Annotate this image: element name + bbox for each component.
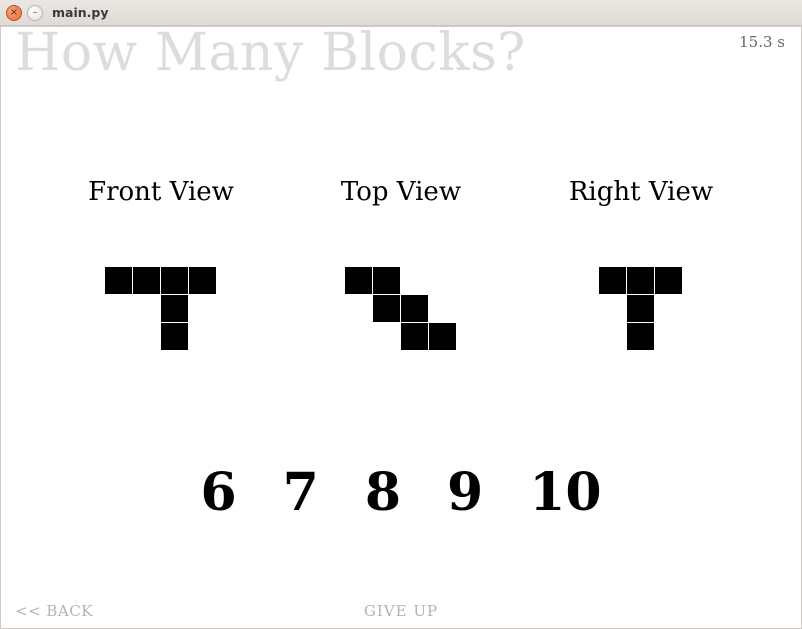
answer-option-8[interactable]: 8 [365,462,401,523]
close-icon[interactable]: × [6,5,22,21]
view-label: Front View [51,177,271,207]
block-cell [161,295,188,322]
block-cell [373,267,400,294]
view-front-view: Front View [51,177,271,351]
block-cell [429,323,456,350]
block-cell [627,267,654,294]
back-button[interactable]: << BACK [15,602,93,620]
answer-option-10[interactable]: 10 [529,462,601,523]
block-cell [599,267,626,294]
game-area: How Many Blocks? 15.3 s Front View Top Vi… [0,26,802,629]
answers-row: 6789 10 [1,462,801,523]
block-cell [105,267,132,294]
block-grid [345,267,457,351]
block-cell [627,323,654,350]
block-cell [161,267,188,294]
block-grid [105,267,217,351]
window-title: main.py [52,5,109,20]
answer-option-6[interactable]: 6 [200,462,236,523]
view-top-view: Top View [291,177,511,351]
block-cell [655,267,682,294]
answer-option-7[interactable]: 7 [283,462,319,523]
block-cell [373,295,400,322]
giveup-button[interactable]: GIVE UP [364,602,438,620]
block-cell [401,295,428,322]
block-grid [599,267,683,351]
block-cell [345,267,372,294]
view-label: Top View [291,177,511,207]
block-cell [189,267,216,294]
footer: << BACK GIVE UP [1,596,801,620]
answer-option-9[interactable]: 9 [447,462,483,523]
block-cell [401,323,428,350]
block-cell [627,295,654,322]
timer-display: 15.3 s [739,33,785,51]
views-row: Front View Top View Right View [1,177,801,351]
question-title: How Many Blocks? [15,23,526,83]
block-cell [133,267,160,294]
block-cell [161,323,188,350]
view-right-view: Right View [531,177,751,351]
minimize-icon[interactable]: – [27,5,43,21]
view-label: Right View [531,177,751,207]
